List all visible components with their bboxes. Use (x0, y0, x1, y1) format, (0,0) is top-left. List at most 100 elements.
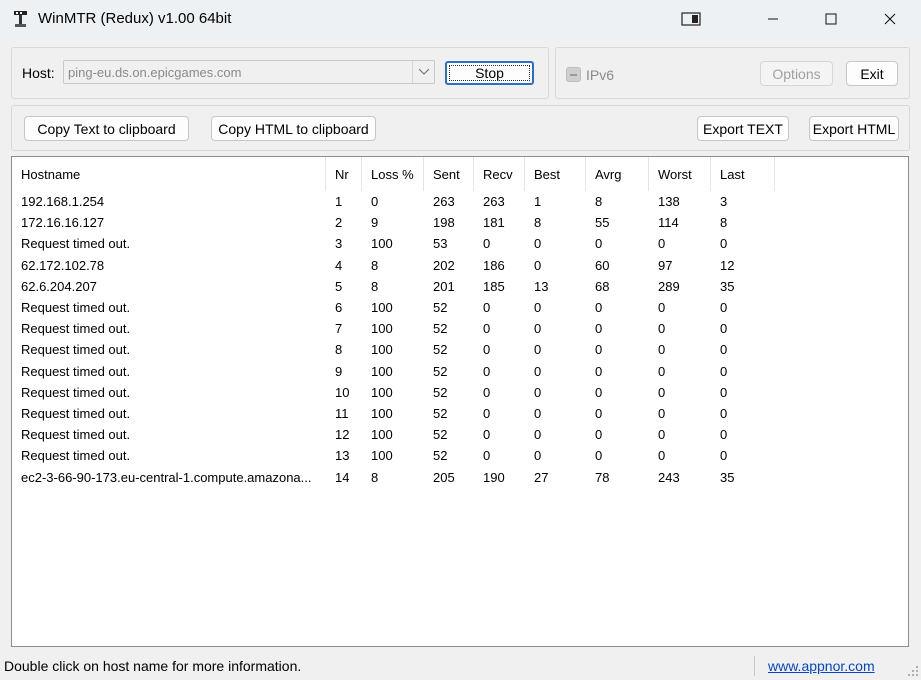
table-cell: 0 (720, 300, 728, 315)
table-cell: Request timed out. (21, 448, 131, 464)
table-cell: 100 (371, 363, 393, 379)
table-cell: 52 (433, 448, 448, 464)
table-cell: 14 (335, 469, 350, 485)
column-header[interactable]: Last (711, 157, 775, 191)
table-cell: 12 (335, 427, 350, 443)
table-row[interactable]: 192.168.1.254 1 0 263 263 1 8 138 3 (12, 191, 908, 212)
table-row[interactable]: 62.172.102.78 4 8 202 186 0 60 97 12 (12, 255, 908, 276)
column-header[interactable]: Nr (326, 157, 362, 191)
table-row[interactable]: Request timed out. 12 100 52 0 0 0 0 0 (12, 424, 908, 445)
table-cell: 0 (483, 363, 491, 379)
table-cell: 0 (595, 406, 603, 421)
table-cell: 0 (595, 321, 603, 337)
table-cell: 138 (658, 194, 680, 209)
table-cell: 52 (433, 363, 448, 379)
table-cell: 3 (335, 236, 343, 252)
table-cell: 0 (595, 427, 603, 443)
table-cell: Request timed out. (21, 321, 131, 337)
table-row[interactable]: ec2-3-66-90-173.eu-central-1.compute.ama… (12, 467, 908, 488)
ipv6-label: IPv6 (586, 67, 615, 83)
host-input[interactable]: ping-eu.ds.on.epicgames.com (68, 65, 241, 80)
table-cell: Request timed out. (21, 427, 131, 443)
table-cell: 100 (371, 321, 393, 337)
table-cell: 27 (534, 469, 549, 485)
table-row[interactable]: Request timed out. 6 100 52 0 0 0 0 0 (12, 297, 908, 318)
table-cell: 5 (335, 278, 343, 294)
table-row[interactable]: 62.6.204.207 5 8 201 185 13 68 289 35 (12, 276, 908, 297)
table-cell: 289 (658, 278, 680, 294)
table-row[interactable]: Request timed out. 9 100 52 0 0 0 0 0 (12, 361, 908, 382)
maximize-icon[interactable] (802, 0, 860, 38)
table-cell: 78 (595, 469, 610, 485)
table-cell: 0 (534, 427, 542, 443)
table-cell: 35 (720, 469, 735, 485)
table-row[interactable]: Request timed out. 10 100 52 0 0 0 0 0 (12, 382, 908, 403)
table-cell: 8 (534, 215, 542, 231)
results-table[interactable]: Hostname Nr Loss % Sent Recv Best Avrg Worst Las… (11, 156, 909, 647)
exit-button-label: Exit (860, 65, 884, 82)
table-cell: 0 (720, 363, 728, 379)
minimize-icon[interactable] (744, 0, 802, 38)
table-cell: 0 (658, 448, 666, 464)
table-cell: 114 (658, 215, 679, 231)
title-bar[interactable]: WinMTR (Redux) v1.00 64bit (0, 0, 921, 38)
table-cell: Request timed out. (21, 384, 131, 400)
exit-button[interactable]: Exit (846, 61, 898, 86)
table-cell: 0 (658, 236, 666, 252)
options-button[interactable]: Options (760, 61, 833, 86)
table-cell: 13 (534, 278, 549, 294)
table-cell: 1 (534, 194, 542, 209)
table-row[interactable]: Request timed out. 11 100 52 0 0 0 0 0 (12, 403, 908, 424)
table-cell: 0 (534, 300, 542, 315)
export-html-button[interactable]: Export HTML (809, 116, 899, 141)
table-cell: 0 (658, 321, 666, 337)
ipv6-checkbox[interactable] (566, 67, 581, 82)
winmtr-app-icon[interactable] (12, 10, 30, 28)
column-header[interactable]: Loss % (362, 157, 424, 191)
resize-grip-icon[interactable] (907, 665, 919, 677)
table-cell: 0 (483, 448, 491, 464)
table-row[interactable]: 172.16.16.127 2 9 198 181 8 55 114 8 (12, 212, 908, 233)
close-icon[interactable] (861, 0, 919, 38)
table-cell: 192.168.1.254 (21, 194, 105, 209)
table-cell: 0 (483, 384, 491, 400)
table-cell: 0 (720, 384, 728, 400)
table-cell: 0 (658, 363, 666, 379)
table-cell: 13 (335, 448, 350, 464)
table-cell: 0 (371, 194, 379, 209)
snap-layout-icon[interactable] (662, 0, 720, 38)
export-text-button[interactable]: Export TEXT (697, 116, 789, 141)
table-cell: 4 (335, 257, 343, 273)
table-row[interactable]: Request timed out. 7 100 52 0 0 0 0 0 (12, 318, 908, 339)
host-combobox[interactable]: ping-eu.ds.on.epicgames.com (63, 60, 435, 84)
copy-text-button[interactable]: Copy Text to clipboard (24, 116, 189, 141)
table-cell: Request timed out. (21, 236, 131, 252)
table-cell: 0 (483, 427, 491, 443)
column-header[interactable]: Sent (424, 157, 474, 191)
table-cell: 8 (371, 257, 379, 273)
table-cell: 10 (335, 384, 350, 400)
table-cell: 52 (433, 427, 448, 443)
column-header[interactable]: Best (525, 157, 586, 191)
column-header[interactable]: Recv (474, 157, 525, 191)
table-cell: 52 (433, 384, 448, 400)
stop-button[interactable]: Stop (445, 61, 534, 85)
column-header[interactable]: Worst (649, 157, 711, 191)
column-header[interactable]: Hostname (12, 157, 326, 191)
table-cell: 100 (371, 384, 393, 400)
copy-html-button[interactable]: Copy HTML to clipboard (211, 116, 376, 141)
table-cell: 8 (371, 278, 379, 294)
table-row[interactable]: Request timed out. 3 100 53 0 0 0 0 0 (12, 233, 908, 254)
table-cell: 11 (335, 406, 349, 421)
table-cell: 60 (595, 257, 610, 273)
table-row[interactable]: Request timed out. 8 100 52 0 0 0 0 0 (12, 339, 908, 360)
chevron-down-icon[interactable] (412, 61, 434, 83)
copy-html-button-label: Copy HTML to clipboard (218, 120, 369, 137)
table-cell: 68 (595, 278, 610, 294)
table-cell: 0 (658, 427, 666, 443)
table-cell: 0 (720, 321, 728, 337)
column-header[interactable]: Avrg (586, 157, 649, 191)
appnor-link[interactable]: www.appnor.com (768, 658, 875, 674)
table-cell: 0 (534, 363, 542, 379)
table-row[interactable]: Request timed out. 13 100 52 0 0 0 0 0 (12, 445, 908, 466)
